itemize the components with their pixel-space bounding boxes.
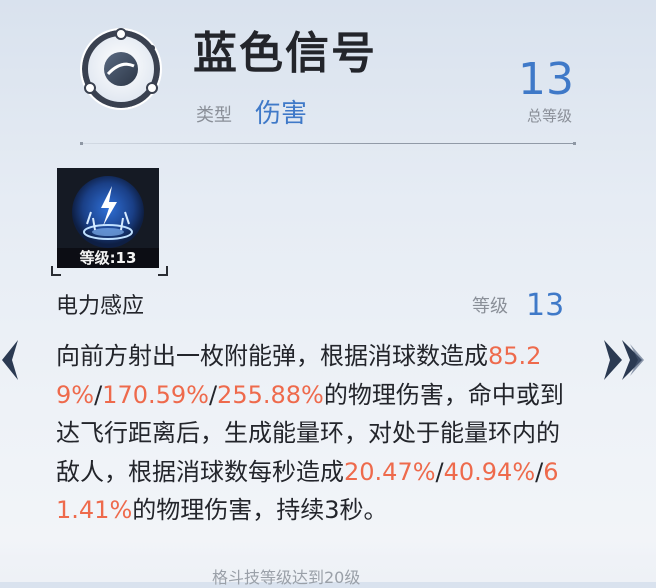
description-text: /	[94, 380, 103, 409]
skill-description: 向前方射出一枚附能弹，根据消球数造成85.29%/170.59%/255.88%…	[56, 337, 574, 553]
double-chevron-left-icon[interactable]	[0, 336, 20, 384]
corner-bracket	[158, 266, 168, 276]
skill-icon-tile[interactable]: 等级:13	[57, 168, 159, 268]
damage-percentage: 40.94%	[443, 457, 536, 486]
description-text: /	[535, 457, 544, 486]
skill-set-title: 蓝色信号	[193, 28, 377, 79]
description-text: /	[208, 380, 218, 409]
damage-percentage: 170.59%	[102, 380, 209, 409]
skill-level-value: 13	[526, 288, 565, 323]
unlock-hint: 格斗技等级达到20级	[212, 568, 361, 587]
header-divider	[80, 142, 576, 145]
corner-bracket	[51, 266, 61, 276]
skill-name: 电力感应	[56, 294, 145, 319]
damage-percentage: 255.88%	[217, 380, 324, 409]
description-text: 的物理伤害，持续3秒。	[132, 496, 388, 524]
ring-orbit-emblem-icon	[80, 28, 162, 110]
damage-percentage: 20.47%	[344, 457, 436, 486]
skill-detail-screen: { "header": { "title": "蓝色信号", "type_lab…	[0, 0, 656, 587]
skill-icon-level: 等级:13	[57, 248, 159, 268]
total-level-label: 总等级	[526, 107, 572, 125]
type-label: 类型	[196, 105, 232, 126]
skill-level-label: 等级	[472, 296, 508, 317]
type-value: 伤害	[255, 99, 308, 129]
total-level-value: 13	[518, 54, 574, 105]
description-text: /	[435, 457, 444, 486]
description-text: 向前方射出一枚附能弹，根据消球数造成	[56, 342, 488, 370]
double-chevron-right-icon[interactable]	[600, 336, 650, 384]
